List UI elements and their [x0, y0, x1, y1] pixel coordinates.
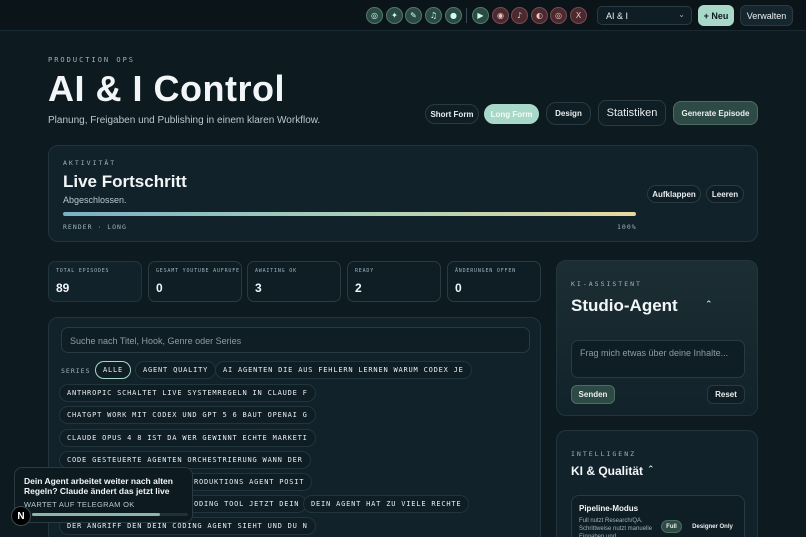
- project-select[interactable]: AI & I ⌄: [597, 6, 692, 25]
- pipeline-title: Pipeline-Modus: [579, 504, 639, 513]
- icon-1[interactable]: ◎: [366, 7, 383, 24]
- stat-total-episodes: TOTAL EPISODES 89: [48, 261, 142, 302]
- stat-ready: READY 2: [347, 261, 441, 302]
- icon-9[interactable]: ◐: [531, 7, 548, 24]
- toast-status: WARTET AUF TELEGRAM OK: [24, 500, 135, 509]
- search-input[interactable]: Suche nach Titel, Hook, Genre oder Serie…: [61, 327, 530, 353]
- project-select-value: AI & I: [606, 11, 629, 21]
- series-chip[interactable]: CHATGPT WORK MIT CODEX UND GPT 5 6 BAUT …: [59, 406, 316, 424]
- icon-6[interactable]: ▶: [472, 7, 489, 24]
- stat-changes-open: ÄNDERUNGEN OFFEN 0: [447, 261, 541, 302]
- activity-eyebrow: AKTIVITÄT: [63, 159, 117, 167]
- send-button[interactable]: Senden: [571, 385, 615, 404]
- stat-value: 3: [255, 281, 262, 295]
- icon-4[interactable]: ♫: [425, 7, 442, 24]
- icon-3[interactable]: ✎: [405, 7, 422, 24]
- toast-progress-fill: [32, 513, 160, 516]
- notification-toast[interactable]: Dein Agent arbeitet weiter nach alten Re…: [14, 467, 193, 523]
- chevron-down-icon: ⌄: [678, 10, 685, 19]
- hero-eyebrow: PRODUCTION OPS: [48, 56, 136, 64]
- stat-youtube-views: GESAMT YOUTUBE AUFRUFE 0: [148, 261, 242, 302]
- tab-long-form[interactable]: Long Form: [484, 104, 539, 124]
- icon-5[interactable]: ●: [445, 7, 462, 24]
- progress-bar: [63, 212, 636, 216]
- intelligence-title: KI & Qualität: [571, 464, 644, 478]
- intelligence-card: INTELLIGENZ KI & Qualität ⌃ Pipeline-Mod…: [556, 430, 758, 537]
- icon-8[interactable]: ♪: [511, 7, 528, 24]
- toast-progress-bar: [32, 513, 188, 516]
- stat-label: READY: [355, 268, 375, 274]
- designer-only-button[interactable]: Designer Only: [685, 520, 740, 533]
- n-badge-icon[interactable]: N: [11, 506, 31, 526]
- page-subtitle: Planung, Freigaben und Publishing in ein…: [48, 115, 321, 126]
- pipeline-description: Full nutzt Research/QA. Schrittweise nut…: [579, 518, 653, 537]
- reset-button[interactable]: Reset: [707, 385, 745, 404]
- activity-title: Live Fortschritt: [63, 172, 187, 191]
- icon-10[interactable]: ◎: [550, 7, 567, 24]
- series-chip[interactable]: ANTHROPIC SCHALTET LIVE SYSTEMREGELN IN …: [59, 384, 316, 402]
- progress-percent: 100%: [617, 223, 637, 231]
- series-chip[interactable]: ODING TOOL JETZT DEIN: [186, 495, 308, 513]
- stat-awaiting-ok: AWAITING OK 3: [247, 261, 341, 302]
- icon-2[interactable]: ✦: [386, 7, 403, 24]
- series-label: SERIES: [61, 367, 91, 375]
- generate-episode-button[interactable]: Generate Episode: [673, 101, 758, 125]
- progress-stage: RENDER · LONG: [63, 223, 127, 231]
- new-button[interactable]: + Neu: [698, 5, 734, 26]
- chevron-up-icon[interactable]: ⌃: [647, 464, 655, 475]
- stat-label: TOTAL EPISODES: [56, 268, 110, 274]
- activity-status: Abgeschlossen.: [63, 195, 127, 205]
- icon-11[interactable]: X: [570, 7, 587, 24]
- chevron-up-icon[interactable]: ⌃: [705, 299, 713, 310]
- intelligence-eyebrow: INTELLIGENZ: [571, 450, 637, 458]
- series-chip[interactable]: RODUKTIONS AGENT POSIT: [186, 473, 313, 491]
- full-mode-button[interactable]: Full: [661, 520, 682, 533]
- assistant-input[interactable]: Frag mich etwas über deine Inhalte...: [571, 340, 745, 378]
- clear-button[interactable]: Leeren: [706, 185, 744, 203]
- assistant-title: Studio-Agent: [571, 296, 678, 315]
- stats-button[interactable]: Statistiken: [598, 100, 666, 126]
- tab-design[interactable]: Design: [546, 102, 591, 125]
- assistant-eyebrow: KI-ASSISTENT: [571, 280, 642, 288]
- progress-fill: [63, 212, 636, 216]
- tab-short-form[interactable]: Short Form: [425, 104, 479, 124]
- assistant-card: KI-ASSISTENT Studio-Agent ⌃ Frag mich et…: [556, 260, 758, 416]
- page-title: AI & I Control: [48, 68, 285, 109]
- activity-card: AKTIVITÄT Live Fortschritt Abgeschlossen…: [48, 145, 758, 242]
- series-chip[interactable]: ALLE: [95, 361, 132, 379]
- series-chip[interactable]: AGENT QUALITY: [135, 361, 217, 379]
- expand-button[interactable]: Aufklappen: [647, 185, 701, 203]
- toast-title: Dein Agent arbeitet weiter nach alten Re…: [24, 476, 173, 496]
- stat-value: 89: [56, 281, 70, 295]
- stat-label: ÄNDERUNGEN OFFEN: [455, 268, 516, 274]
- icon-7[interactable]: ◉: [492, 7, 509, 24]
- pipeline-panel: Pipeline-Modus Full nutzt Research/QA. S…: [571, 495, 745, 537]
- stat-value: 0: [156, 281, 163, 295]
- stat-value: 0: [455, 281, 462, 295]
- stat-value: 2: [355, 281, 362, 295]
- toolbar-divider: [466, 8, 467, 23]
- series-chip[interactable]: DEIN AGENT HAT ZU VIELE RECHTE: [303, 495, 470, 513]
- stat-label: AWAITING OK: [255, 268, 297, 274]
- top-toolbar: ◎ ✦ ✎ ♫ ● ▶ ◉ ♪ ◐ ◎ X AI & I ⌄ + Neu Verwalten: [0, 0, 806, 31]
- manage-button[interactable]: Verwalten: [740, 5, 793, 26]
- series-chip[interactable]: AI AGENTEN DIE AUS FEHLERN LERNEN WARUM …: [215, 361, 472, 379]
- stat-label: GESAMT YOUTUBE AUFRUFE: [156, 268, 240, 274]
- series-chip[interactable]: CLAUDE OPUS 4 8 IST DA WER GEWINNT ECHTE…: [59, 429, 316, 447]
